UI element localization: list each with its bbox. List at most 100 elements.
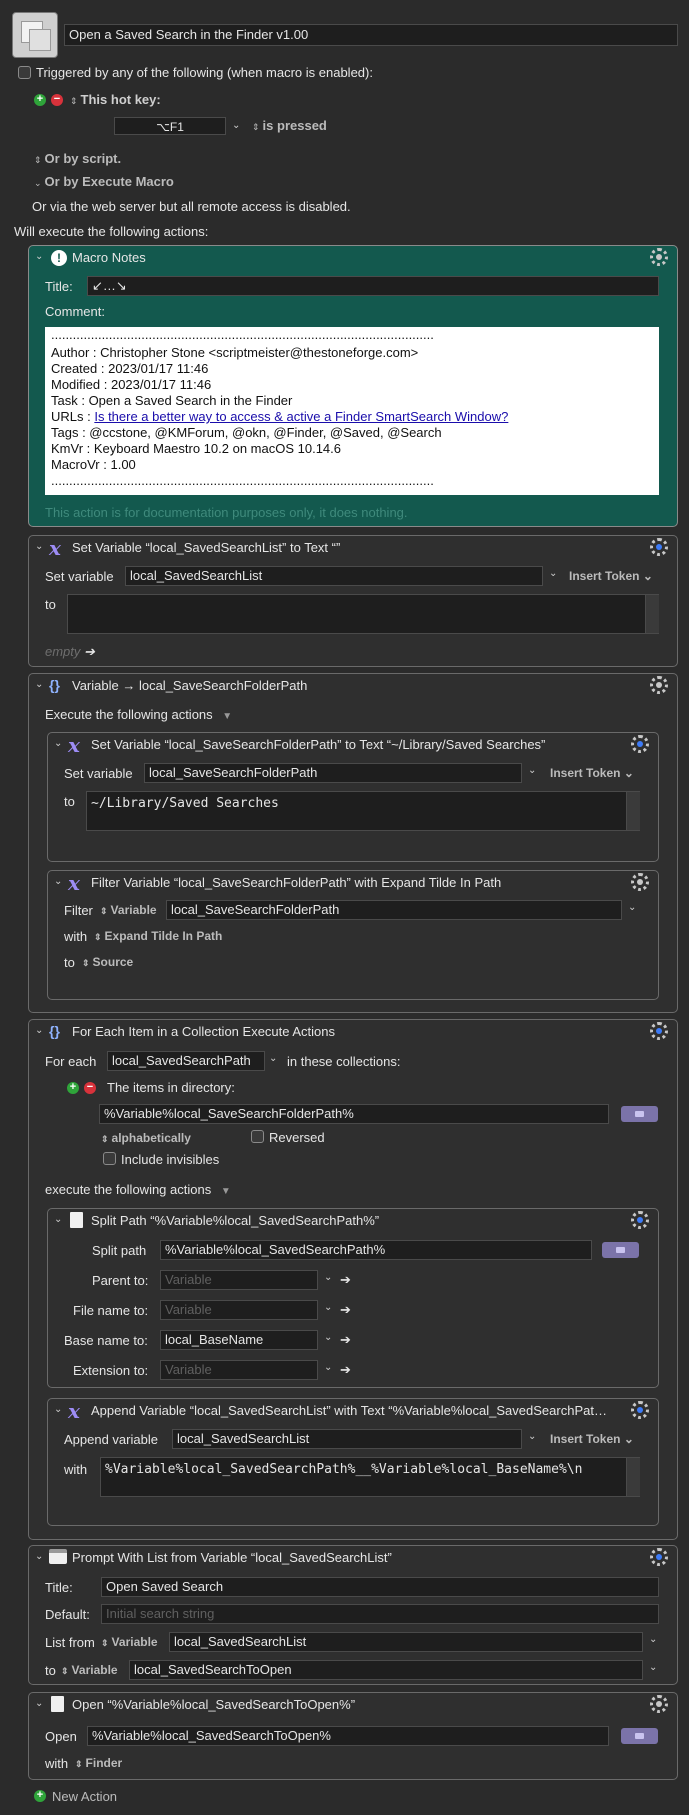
remove-trigger-button[interactable]: − [51, 94, 63, 106]
collapse-chevron-icon[interactable]: ⌄ [35, 1698, 43, 1709]
application-selector[interactable]: ⇕ Finder [75, 1756, 122, 1770]
gear-icon[interactable] [650, 676, 668, 694]
new-action-plus-icon[interactable]: + [34, 1790, 46, 1802]
reversed-checkbox[interactable] [251, 1130, 264, 1143]
chevron-down-icon[interactable]: ⌄ [324, 1272, 332, 1283]
collapse-chevron-icon[interactable]: ⌄ [54, 1404, 62, 1415]
collapse-chevron-icon[interactable]: ⌄ [35, 541, 43, 552]
text-value-field[interactable]: ~/Library/Saved Searches [86, 791, 640, 831]
triggered-checkbox[interactable] [18, 66, 31, 79]
collapse-chevron-icon[interactable]: ⌄ [35, 1551, 43, 1562]
prompt-title-field[interactable]: Open Saved Search [101, 1577, 659, 1597]
variable-name-field[interactable]: local_SaveSearchFolderPath [144, 763, 522, 783]
collapse-chevron-icon[interactable]: ⌄ [54, 738, 62, 749]
insert-token-button[interactable]: Insert Token ⌄ [569, 569, 653, 583]
url-link[interactable]: Is there a better way to access & active… [94, 409, 508, 424]
filter-variable-action[interactable]: ⌄ x Filter Variable “local_SaveSearchFol… [47, 870, 659, 1000]
new-action-button[interactable]: New Action [52, 1789, 117, 1804]
chevron-down-icon[interactable]: ⌄ [628, 902, 636, 913]
to-variable-field[interactable]: local_SavedSearchToOpen [129, 1660, 643, 1680]
to-selector[interactable]: ⇕ Source [82, 955, 133, 969]
chevron-down-icon[interactable]: ⌄ [324, 1332, 332, 1343]
insert-token-button[interactable]: Insert Token ⌄ [550, 766, 634, 780]
list-from-field[interactable]: local_SavedSearchList [169, 1632, 643, 1652]
gear-icon[interactable] [650, 1695, 668, 1713]
for-each-action[interactable]: ⌄ {} For Each Item in a Collection Execu… [28, 1019, 678, 1540]
token-picker-button[interactable] [621, 1106, 658, 1122]
scrollbar[interactable] [645, 595, 659, 633]
hotkey-chevron-down-icon[interactable]: ⌄ [232, 120, 240, 131]
or-by-script-selector[interactable]: ⇕ Or by script. [34, 151, 121, 166]
collapse-chevron-icon[interactable]: ⌄ [35, 679, 43, 690]
set-variable-action[interactable]: ⌄ x Set Variable “local_SavedSearchList”… [28, 535, 678, 667]
loop-variable-field[interactable]: local_SavedSearchPath [107, 1051, 265, 1071]
or-by-execute-macro-toggle[interactable]: ⌄ Or by Execute Macro [34, 174, 174, 189]
gear-icon[interactable] [650, 538, 668, 556]
gear-icon[interactable] [650, 248, 668, 266]
text-value-field[interactable] [67, 594, 659, 634]
notes-title-field[interactable]: ↙…↘ [87, 276, 659, 296]
parent-to-field[interactable]: Variable [160, 1270, 318, 1290]
scrollbar[interactable] [626, 792, 640, 830]
token-picker-button[interactable] [621, 1728, 658, 1744]
base-name-to-field[interactable]: local_BaseName [160, 1330, 318, 1350]
include-invisibles-checkbox[interactable] [103, 1152, 116, 1165]
gear-icon[interactable] [631, 1211, 649, 1229]
text-value-field[interactable]: %Variable%local_SavedSearchPath%__%Varia… [100, 1457, 640, 1497]
gear-icon[interactable] [650, 1548, 668, 1566]
variable-kind-selector[interactable]: ⇕ Variable [100, 903, 157, 917]
split-path-field[interactable]: %Variable%local_SavedSearchPath% [160, 1240, 592, 1260]
set-variable-action[interactable]: ⌄ x Set Variable “local_SaveSearchFolder… [47, 732, 659, 862]
arrow-right-icon[interactable]: ➔ [340, 1362, 351, 1378]
hotkey-trigger-selector[interactable]: ⇕ This hot key: [70, 92, 161, 107]
collapse-chevron-icon[interactable]: ⌄ [35, 1025, 43, 1036]
file-name-to-field[interactable]: Variable [160, 1300, 318, 1320]
macro-icon[interactable] [12, 12, 58, 58]
triangle-down-icon[interactable]: ▼ [222, 711, 232, 722]
arrow-right-icon[interactable]: ➔ [340, 1272, 351, 1288]
macro-notes-action[interactable]: ⌄ ! Macro Notes Title: ↙…↘ Comment: ....… [28, 245, 678, 527]
chevron-down-icon[interactable]: ⌄ [528, 1431, 536, 1442]
triangle-down-icon[interactable]: ▼ [221, 1186, 231, 1197]
comment-box[interactable]: ........................................… [45, 327, 659, 495]
sort-order-selector[interactable]: ⇕ alphabetically [101, 1131, 191, 1145]
chevron-down-icon[interactable]: ⌄ [324, 1302, 332, 1313]
arrow-right-icon[interactable]: ➔ [340, 1332, 351, 1348]
variable-name-field[interactable]: local_SavedSearchList [172, 1429, 522, 1449]
is-pressed-selector[interactable]: ⇕ is pressed [252, 118, 327, 133]
filter-type-selector[interactable]: ⇕ Expand Tilde In Path [94, 929, 222, 943]
token-picker-button[interactable] [602, 1242, 639, 1258]
chevron-down-icon[interactable]: ⌄ [269, 1053, 277, 1064]
extension-to-field[interactable]: Variable [160, 1360, 318, 1380]
directory-field[interactable]: %Variable%local_SaveSearchFolderPath% [99, 1104, 609, 1124]
add-collection-button[interactable]: + [67, 1082, 79, 1094]
add-trigger-button[interactable]: + [34, 94, 46, 106]
group-action[interactable]: ⌄ {} Variable → local_SaveSearchFolderPa… [28, 673, 678, 1013]
macro-name-field[interactable]: Open a Saved Search in the Finder v1.00 [64, 24, 678, 46]
gear-icon[interactable] [650, 1022, 668, 1040]
remove-collection-button[interactable]: − [84, 1082, 96, 1094]
chevron-down-icon[interactable]: ⌄ [549, 568, 557, 579]
collapse-chevron-icon[interactable]: ⌄ [35, 251, 43, 262]
insert-token-button[interactable]: Insert Token ⌄ [550, 1432, 634, 1446]
append-variable-action[interactable]: ⌄ x Append Variable “local_SavedSearchLi… [47, 1398, 659, 1526]
gear-icon[interactable] [631, 873, 649, 891]
open-path-field[interactable]: %Variable%local_SavedSearchToOpen% [87, 1726, 609, 1746]
split-path-action[interactable]: ⌄ Split Path “%Variable%local_SavedSearc… [47, 1208, 659, 1388]
scrollbar[interactable] [626, 1458, 640, 1496]
gear-icon[interactable] [631, 735, 649, 753]
chevron-down-icon[interactable]: ⌄ [528, 765, 536, 776]
hotkey-field[interactable]: ⌥F1 [114, 117, 226, 135]
gear-icon[interactable] [631, 1401, 649, 1419]
prompt-with-list-action[interactable]: ⌄ Prompt With List from Variable “local_… [28, 1545, 678, 1685]
variable-name-field[interactable]: local_SavedSearchList [125, 566, 543, 586]
default-field[interactable]: Initial search string [101, 1604, 659, 1624]
variable-kind-selector[interactable]: ⇕ Variable [101, 1635, 158, 1649]
collapse-chevron-icon[interactable]: ⌄ [54, 876, 62, 887]
chevron-down-icon[interactable]: ⌄ [324, 1362, 332, 1373]
open-file-action[interactable]: ⌄ Open “%Variable%local_SavedSearchToOpe… [28, 1692, 678, 1780]
chevron-down-icon[interactable]: ⌄ [649, 1634, 657, 1645]
variable-kind-selector[interactable]: ⇕ Variable [61, 1663, 118, 1677]
collapse-chevron-icon[interactable]: ⌄ [54, 1214, 62, 1225]
variable-name-field[interactable]: local_SaveSearchFolderPath [166, 900, 622, 920]
